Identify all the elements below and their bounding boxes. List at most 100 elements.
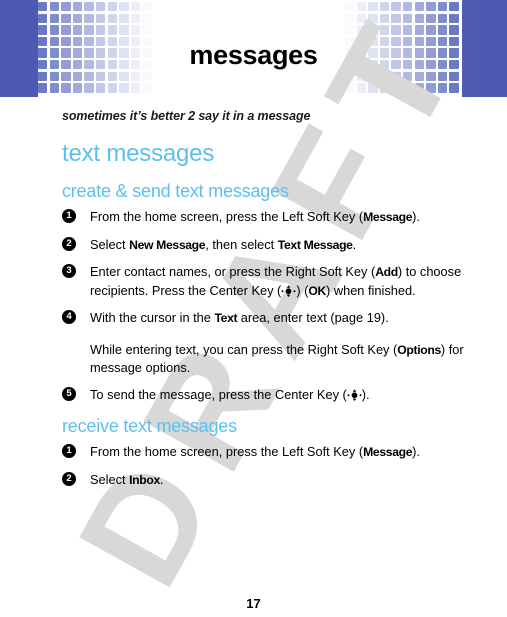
header-square bbox=[38, 71, 48, 81]
step-text: To send the message, press the Center Ke… bbox=[90, 386, 370, 402]
step-number-badge: 2 bbox=[62, 471, 76, 486]
step-item: 1 From the home screen, press the Left So… bbox=[62, 443, 507, 462]
step-text: With the cursor in the Text area, enter … bbox=[90, 310, 389, 325]
header-square bbox=[449, 13, 459, 23]
step-item: 2 Select Inbox. bbox=[62, 471, 507, 490]
header-square bbox=[61, 71, 71, 81]
ui-term: OK bbox=[308, 283, 327, 298]
header-square bbox=[345, 71, 355, 81]
header-square bbox=[449, 83, 459, 93]
page-content: sometimes it’s better 2 say it in a mess… bbox=[0, 97, 507, 489]
step-number-badge: 4 bbox=[62, 310, 76, 324]
header-square bbox=[356, 25, 366, 35]
header-square bbox=[130, 71, 141, 81]
header-square bbox=[107, 13, 117, 23]
header-square bbox=[142, 13, 152, 23]
header-square bbox=[402, 83, 413, 93]
header-square bbox=[414, 13, 424, 23]
step-text: Enter contact names, or press the Right … bbox=[90, 264, 462, 298]
header-square bbox=[107, 83, 117, 93]
header-square bbox=[84, 2, 94, 12]
step-text: Select New Message, then select Text Mes… bbox=[90, 236, 357, 252]
header-square bbox=[414, 2, 424, 12]
header-square bbox=[345, 83, 355, 93]
header-square bbox=[414, 25, 424, 35]
header-square bbox=[95, 71, 106, 81]
header-square bbox=[449, 2, 459, 12]
ui-term: Message bbox=[363, 445, 413, 459]
header-square bbox=[426, 71, 436, 81]
page-number: 17 bbox=[246, 596, 261, 611]
header-square bbox=[449, 71, 459, 81]
header-square bbox=[72, 25, 83, 35]
header-square bbox=[437, 83, 448, 93]
header-square bbox=[84, 83, 94, 93]
header-square bbox=[49, 2, 59, 12]
header-square bbox=[391, 2, 401, 12]
center-key-icon bbox=[281, 284, 296, 297]
header-square bbox=[437, 25, 448, 35]
header-square bbox=[84, 25, 94, 35]
header-square bbox=[130, 25, 141, 35]
header-square bbox=[38, 25, 48, 35]
header-square bbox=[426, 83, 436, 93]
header-square bbox=[368, 13, 378, 23]
header-square bbox=[414, 83, 424, 93]
header-square bbox=[107, 71, 117, 81]
header-square bbox=[356, 13, 366, 23]
header-square bbox=[95, 13, 106, 23]
header-square bbox=[130, 13, 141, 23]
header-square bbox=[72, 83, 83, 93]
header-square bbox=[119, 25, 129, 35]
header-square bbox=[142, 25, 152, 35]
step-item: 4 With the cursor in the Text area, enter… bbox=[62, 309, 507, 377]
header-square bbox=[402, 25, 413, 35]
header-square bbox=[119, 83, 129, 93]
chapter-title: text messages bbox=[62, 140, 215, 167]
ui-term: Add bbox=[375, 265, 398, 279]
header-square bbox=[426, 2, 436, 12]
header-square bbox=[356, 2, 366, 12]
header-square bbox=[437, 71, 448, 81]
step-item: 5 To send the message, press the Center K… bbox=[62, 386, 507, 404]
step-text: From the home screen, press the Left Sof… bbox=[90, 444, 420, 459]
section-heading: receive text messages bbox=[62, 416, 237, 436]
header-square bbox=[84, 13, 94, 23]
header-square bbox=[119, 13, 129, 23]
header-square bbox=[426, 13, 436, 23]
header-square bbox=[61, 2, 71, 12]
header-square bbox=[391, 71, 401, 81]
header-square bbox=[142, 71, 152, 81]
header-square bbox=[61, 25, 71, 35]
header-square bbox=[368, 71, 378, 81]
step-number-badge: 3 bbox=[62, 264, 76, 278]
header-square bbox=[61, 83, 71, 93]
step-number-badge: 1 bbox=[62, 444, 76, 458]
header-square bbox=[72, 2, 83, 12]
step-list: 1 From the home screen, press the Left So… bbox=[0, 208, 507, 403]
header-square bbox=[95, 25, 106, 35]
step-text: From the home screen, press the Left Sof… bbox=[90, 209, 420, 224]
header-square bbox=[130, 2, 141, 12]
header-square bbox=[95, 83, 106, 93]
header-square bbox=[61, 13, 71, 23]
header-square bbox=[72, 71, 83, 81]
header-square bbox=[142, 2, 152, 12]
header-square bbox=[84, 71, 94, 81]
step-item: 1 From the home screen, press the Left So… bbox=[62, 208, 507, 227]
header-square bbox=[402, 71, 413, 81]
header-square bbox=[107, 2, 117, 12]
header-square bbox=[391, 83, 401, 93]
header-square bbox=[72, 13, 83, 23]
step-continuation-text: While entering text, you can press the R… bbox=[90, 341, 464, 376]
ui-term: Message bbox=[363, 210, 413, 224]
header-square bbox=[49, 13, 59, 23]
step-item: 3 Enter contact names, or press the Right… bbox=[62, 263, 507, 300]
header-square bbox=[379, 71, 390, 81]
ui-term: Text bbox=[214, 311, 238, 325]
header-square bbox=[356, 71, 366, 81]
header-square bbox=[119, 2, 129, 12]
header-square bbox=[345, 2, 355, 12]
header-square bbox=[402, 13, 413, 23]
step-item: 2 Select New Message, then select Text Me… bbox=[62, 236, 507, 255]
